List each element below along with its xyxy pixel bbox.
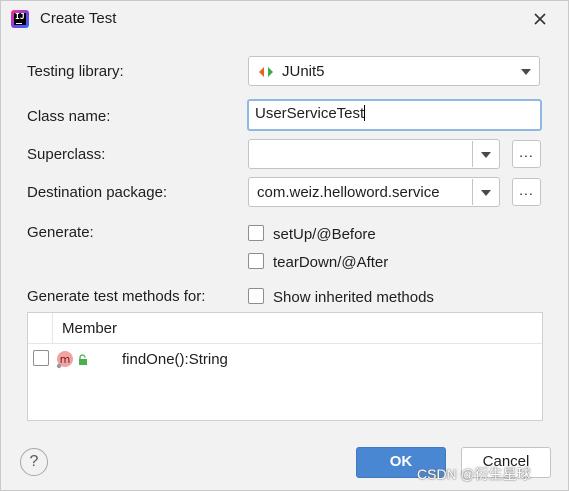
generate-label: Generate: [27,224,94,241]
help-button[interactable]: ? [20,448,48,476]
destination-package-label: Destination package: [27,184,168,201]
superclass-label: Superclass: [27,146,106,163]
combo-divider [472,179,473,205]
create-test-dialog: IJ Create Test Testing library: JUnit5 C… [0,0,569,491]
chevron-down-icon [521,69,531,75]
destination-package-value: com.weiz.helloword.service [257,184,440,201]
chevron-down-icon[interactable] [481,152,491,158]
testing-library-value: JUnit5 [282,63,325,80]
dialog-title: Create Test [40,10,117,27]
destination-package-combo[interactable]: com.weiz.helloword.service [248,177,500,207]
title-bar: IJ Create Test [1,1,568,37]
method-icon: m [56,351,73,369]
teardown-checkbox[interactable] [248,253,264,269]
testing-library-select[interactable]: JUnit5 [248,56,540,86]
destination-browse-button[interactable]: ... [512,178,541,206]
class-name-input[interactable]: UserServiceTest [247,99,542,131]
svg-text:m: m [60,353,71,366]
testing-library-label: Testing library: [27,63,124,80]
superclass-browse-button[interactable]: ... [512,140,541,168]
junit-icon [259,67,273,77]
text-caret [364,105,366,121]
column-divider [52,313,53,343]
member-checkbox[interactable] [33,350,49,366]
class-name-label: Class name: [27,108,111,125]
teardown-label[interactable]: tearDown/@After [273,254,388,271]
close-icon[interactable] [529,8,551,30]
member-name: findOne():String [122,351,228,368]
class-name-value: UserServiceTest [255,105,365,122]
superclass-combo[interactable] [248,139,500,169]
public-lock-icon [79,354,87,365]
csdn-watermark: CSDN @衍生星球 [417,466,531,482]
show-inherited-label[interactable]: Show inherited methods [273,289,434,306]
setup-checkbox[interactable] [248,225,264,241]
members-table[interactable]: Member m findOne():String [27,312,543,421]
combo-divider [472,141,473,167]
table-row[interactable]: m findOne():String [28,345,542,373]
intellij-app-icon: IJ [11,10,29,28]
table-header: Member [28,313,542,344]
methods-for-label: Generate test methods for: [27,288,206,305]
member-column-header[interactable]: Member [62,320,117,337]
chevron-down-icon[interactable] [481,190,491,196]
setup-label[interactable]: setUp/@Before [273,226,376,243]
show-inherited-checkbox[interactable] [248,288,264,304]
